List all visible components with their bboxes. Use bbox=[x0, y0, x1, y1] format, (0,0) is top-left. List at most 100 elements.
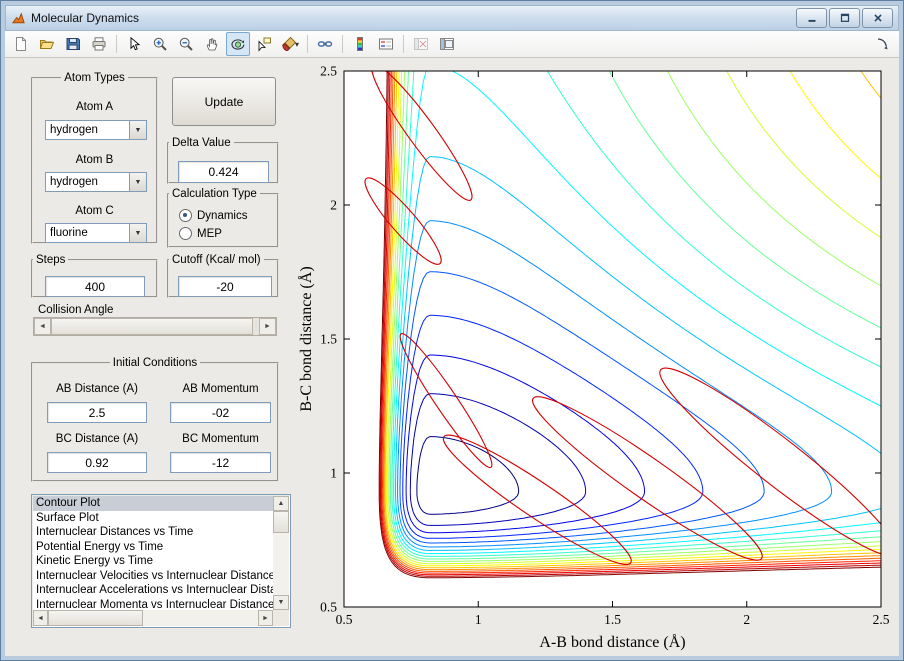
rotate-3d-button[interactable] bbox=[226, 32, 250, 56]
toolbar: ▾ bbox=[5, 31, 899, 58]
list-item[interactable]: Internuclear Momenta vs Internuclear Dis… bbox=[33, 598, 273, 611]
steps-panel: Steps 400 bbox=[31, 254, 158, 298]
chevron-down-icon[interactable]: ▼ bbox=[129, 121, 146, 139]
insert-colorbar-button[interactable] bbox=[348, 32, 372, 56]
plot-axes[interactable]: 0.511.522.50.511.522.5A-B bond distance … bbox=[296, 58, 904, 658]
scroll-down-arrow[interactable]: ▼ bbox=[273, 595, 289, 610]
collision-angle-label: Collision Angle bbox=[38, 304, 113, 316]
x-axis-label: A-B bond distance (Å) bbox=[539, 633, 685, 651]
legend-icon bbox=[378, 36, 394, 52]
link-plot-icon bbox=[317, 36, 333, 52]
atom-c-label: Atom C bbox=[33, 205, 156, 217]
plot-background[interactable] bbox=[344, 71, 881, 607]
x-tick-label: 2.5 bbox=[873, 612, 890, 627]
ab-momentum-label: AB Momentum bbox=[170, 383, 271, 395]
radio-icon[interactable] bbox=[179, 227, 192, 240]
zoom-in-icon bbox=[152, 36, 168, 52]
maximize-button[interactable] bbox=[829, 8, 860, 28]
list-item[interactable]: Contour Plot bbox=[33, 496, 273, 511]
y-tick-label: 1.5 bbox=[320, 332, 337, 347]
zoom-out-icon bbox=[178, 36, 194, 52]
slider-thumb[interactable] bbox=[51, 318, 253, 335]
insert-legend-button[interactable] bbox=[374, 32, 398, 56]
vertical-scroll-thumb[interactable] bbox=[273, 511, 289, 533]
list-item[interactable]: Kinetic Energy vs Time bbox=[33, 554, 273, 569]
delta-value-panel: Delta Value 0.424 bbox=[167, 137, 279, 184]
slider-left-arrow[interactable]: ◄ bbox=[34, 318, 51, 335]
delta-value-field[interactable]: 0.424 bbox=[178, 161, 269, 183]
plot-type-listbox: Contour PlotSurface PlotInternuclear Dis… bbox=[31, 494, 291, 628]
close-button[interactable] bbox=[862, 8, 893, 28]
steps-field[interactable]: 400 bbox=[45, 276, 145, 297]
chevron-down-icon[interactable]: ▼ bbox=[129, 173, 146, 191]
maximize-icon bbox=[838, 11, 852, 25]
open-file-button[interactable] bbox=[35, 32, 59, 56]
slider-right-arrow[interactable]: ► bbox=[259, 318, 276, 335]
atom-c-select[interactable]: fluorine ▼ bbox=[45, 223, 147, 243]
atom-a-value: hydrogen bbox=[46, 121, 129, 139]
list-item[interactable]: Potential Energy vs Time bbox=[33, 540, 273, 555]
bc-momentum-label: BC Momentum bbox=[170, 433, 271, 445]
listbox-horizontal-scrollbar[interactable]: ◄ ► bbox=[33, 610, 273, 626]
zoom-in-button[interactable] bbox=[148, 32, 172, 56]
window-title: Molecular Dynamics bbox=[31, 11, 139, 25]
open-folder-icon bbox=[39, 36, 55, 52]
brush-dropdown-arrow[interactable]: ▾ bbox=[295, 40, 299, 49]
edit-arrow-icon bbox=[126, 36, 142, 52]
atom-b-select[interactable]: hydrogen ▼ bbox=[45, 172, 147, 192]
bc-distance-label: BC Distance (A) bbox=[47, 433, 147, 445]
edit-plot-button[interactable] bbox=[122, 32, 146, 56]
scroll-right-arrow[interactable]: ► bbox=[258, 610, 273, 626]
minimize-icon bbox=[805, 11, 819, 25]
colorbar-icon bbox=[352, 36, 368, 52]
print-figure-button[interactable] bbox=[87, 32, 111, 56]
list-item[interactable]: Internuclear Distances vs Time bbox=[33, 525, 273, 540]
save-icon bbox=[65, 36, 81, 52]
atom-b-value: hydrogen bbox=[46, 173, 129, 191]
minimize-button[interactable] bbox=[796, 8, 827, 28]
bc-distance-field[interactable]: 0.92 bbox=[47, 452, 147, 473]
list-item[interactable]: Surface Plot bbox=[33, 511, 273, 526]
dock-figure-button[interactable] bbox=[871, 32, 895, 56]
zoom-out-button[interactable] bbox=[174, 32, 198, 56]
scroll-up-arrow[interactable]: ▲ bbox=[273, 496, 289, 511]
new-document-icon bbox=[13, 36, 29, 52]
radio-dynamics[interactable]: Dynamics bbox=[179, 209, 247, 222]
collision-angle-slider[interactable]: ◄ ► bbox=[33, 317, 277, 336]
scroll-left-arrow[interactable]: ◄ bbox=[33, 610, 48, 626]
toolbar-separator bbox=[116, 35, 117, 53]
y-tick-label: 2 bbox=[330, 198, 337, 213]
radio-mep[interactable]: MEP bbox=[179, 227, 222, 240]
brush-data-button[interactable]: ▾ bbox=[278, 32, 302, 56]
ab-distance-field[interactable]: 2.5 bbox=[47, 402, 147, 423]
radio-icon[interactable] bbox=[179, 209, 192, 222]
data-cursor-button[interactable] bbox=[252, 32, 276, 56]
bc-momentum-field[interactable]: -12 bbox=[170, 452, 271, 473]
x-tick-label: 1 bbox=[475, 612, 482, 627]
list-item[interactable]: Internuclear Velocities vs Internuclear … bbox=[33, 569, 273, 584]
ab-momentum-field[interactable]: -02 bbox=[170, 402, 271, 423]
window-controls bbox=[796, 8, 893, 28]
save-figure-button[interactable] bbox=[61, 32, 85, 56]
listbox-vertical-scrollbar[interactable]: ▲ ▼ bbox=[273, 496, 289, 610]
atom-a-select[interactable]: hydrogen ▼ bbox=[45, 120, 147, 140]
list-item[interactable]: Internuclear Accelerations vs Internucle… bbox=[33, 583, 273, 598]
show-plot-tools-button[interactable] bbox=[435, 32, 459, 56]
cutoff-panel: Cutoff (Kcal/ mol) -20 bbox=[167, 254, 279, 298]
figure-content: Atom Types Atom A hydrogen ▼ Atom B hydr… bbox=[5, 58, 899, 656]
delta-value-title: Delta Value bbox=[169, 137, 234, 149]
cutoff-field[interactable]: -20 bbox=[178, 276, 272, 297]
update-button[interactable]: Update bbox=[172, 77, 276, 126]
chevron-down-icon[interactable]: ▼ bbox=[129, 224, 146, 242]
new-figure-button[interactable] bbox=[9, 32, 33, 56]
x-tick-label: 1.5 bbox=[604, 612, 621, 627]
link-plot-button[interactable] bbox=[313, 32, 337, 56]
window: Molecular Dynamics ▾ Atom Types Atom A h… bbox=[0, 0, 904, 661]
calculation-type-panel: Calculation Type Dynamics MEP bbox=[167, 188, 279, 248]
y-tick-label: 0.5 bbox=[320, 600, 337, 615]
horizontal-scroll-thumb[interactable] bbox=[48, 610, 143, 626]
pan-button[interactable] bbox=[200, 32, 224, 56]
y-tick-label: 2.5 bbox=[320, 64, 337, 79]
y-axis-label: B-C bond distance (Å) bbox=[297, 266, 315, 411]
y-tick-label: 1 bbox=[330, 466, 337, 481]
